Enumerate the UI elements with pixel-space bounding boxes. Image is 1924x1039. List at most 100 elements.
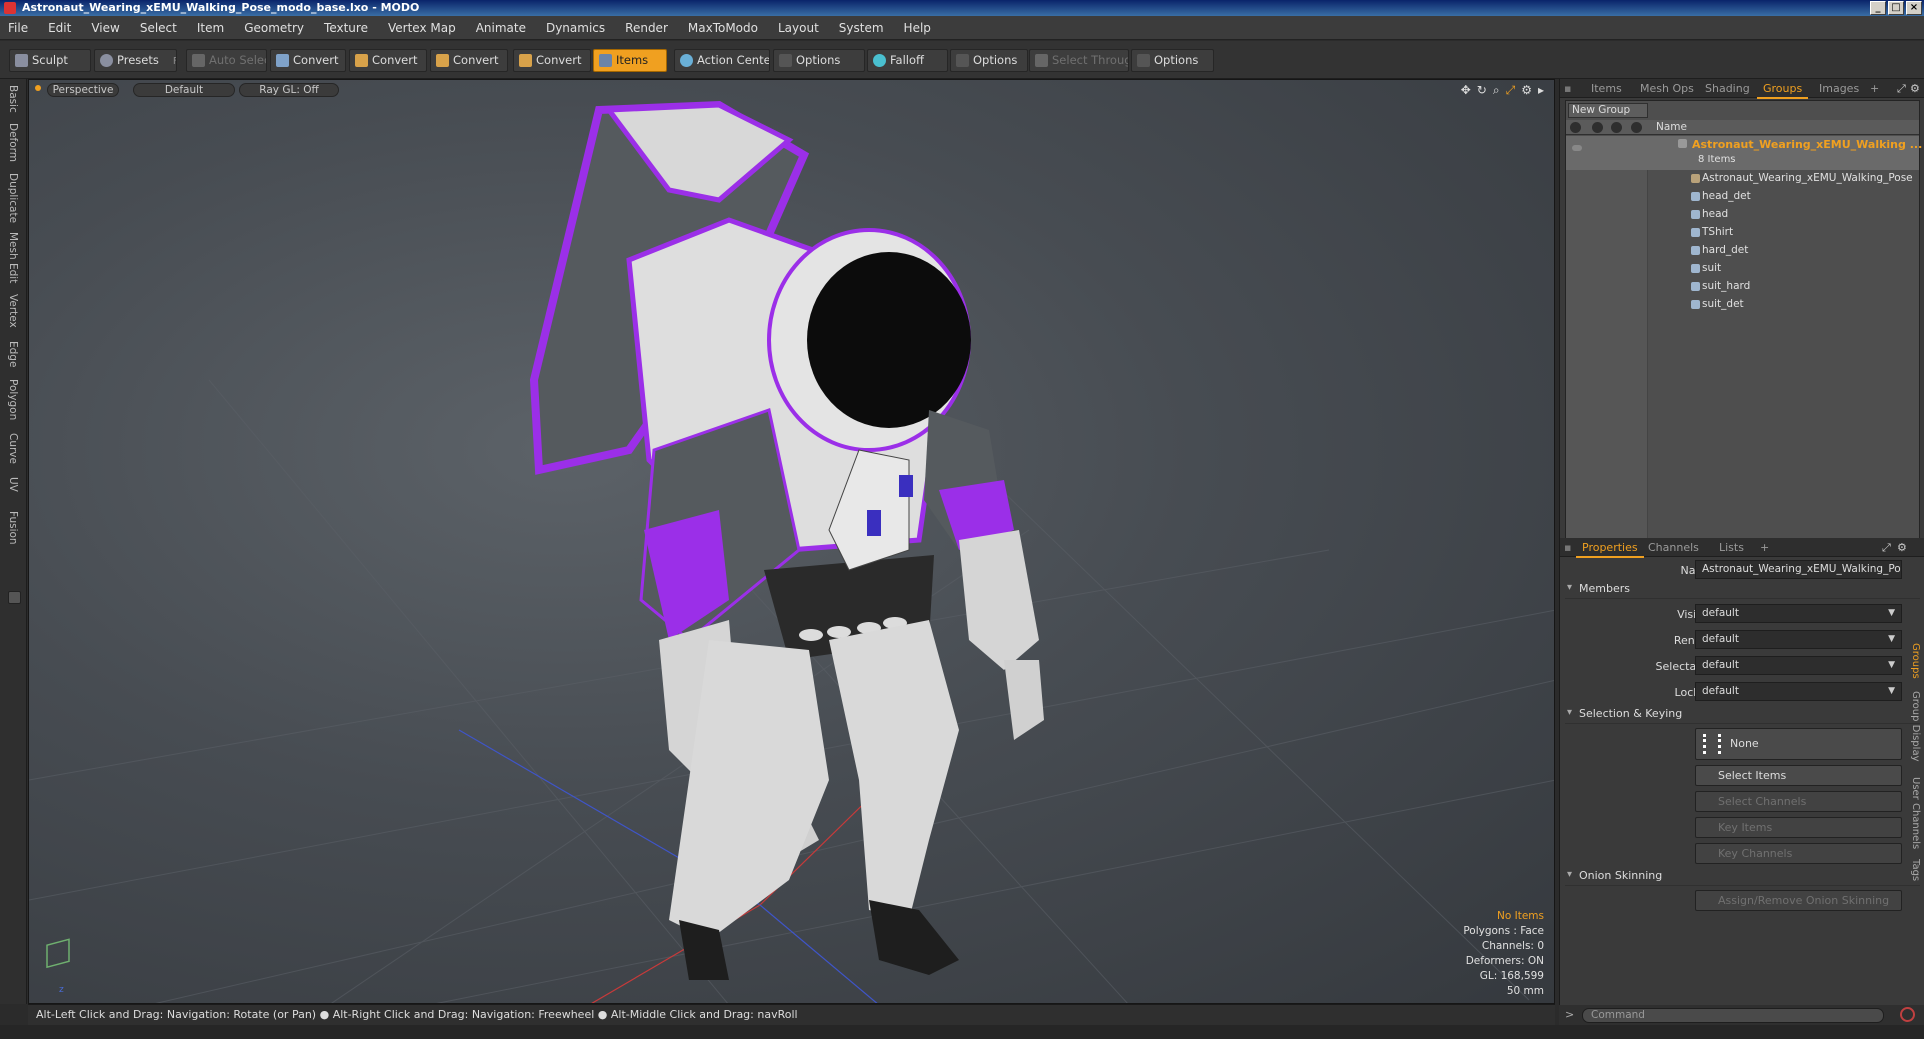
menu-animate[interactable]: Animate [476,21,526,35]
menu-maxtomodo[interactable]: MaxToModo [688,21,758,35]
zoom-icon[interactable]: ⌕ [1493,83,1500,98]
side-tab-tags[interactable]: Tags [1910,859,1921,881]
add-tab-icon[interactable]: + [1760,541,1769,554]
visible-select[interactable]: default ▼ [1695,604,1902,623]
menu-dynamics[interactable]: Dynamics [546,21,605,35]
list-item[interactable]: head_det [1566,188,1919,206]
minimize-button[interactable]: _ [1870,1,1886,15]
tab-properties[interactable]: Properties [1576,541,1644,558]
key-channels-button[interactable]: Key Channels [1695,843,1902,864]
fit-icon[interactable]: ⤢ [1506,83,1516,98]
command-input[interactable]: Command [1582,1008,1884,1023]
view-type-dropdown[interactable]: Perspective [47,83,119,97]
tab-polygon[interactable]: Polygon [7,379,19,420]
tab-channels[interactable]: Channels [1648,541,1699,554]
select-through-button[interactable]: Select Through [1029,49,1129,72]
rotate-icon[interactable]: ↻ [1477,83,1487,98]
select-through-options-button[interactable]: Options [1131,49,1214,72]
falloff-options-button[interactable]: Options [950,49,1028,72]
new-group-button[interactable]: New Group [1568,103,1648,118]
group-root-row[interactable]: Astronaut_Wearing_xEMU_Walking ... 8 Ite… [1566,136,1922,170]
maximize-button[interactable]: □ [1888,1,1904,15]
locked-select[interactable]: default ▼ [1695,682,1902,701]
select-channels-button[interactable]: Select Channels [1695,791,1902,812]
tab-deform[interactable]: Deform [7,123,19,162]
panel-gear-icon[interactable]: ⚙ [1910,82,1920,95]
none-button[interactable]: None [1695,728,1902,760]
menu-item[interactable]: Item [197,21,224,35]
tab-lists[interactable]: Lists [1719,541,1744,554]
menu-geometry[interactable]: Geometry [244,21,304,35]
maximize-panel-icon[interactable]: ⤢ [1882,541,1891,555]
menu-file[interactable]: File [8,21,28,35]
add-tab-icon[interactable]: + [1870,82,1879,95]
side-tab-groups[interactable]: Groups [1910,643,1921,679]
3d-viewport[interactable]: z Perspective Default Ray GL: Off ✥ ↻ ⌕ … [28,79,1555,1004]
menu-edit[interactable]: Edit [48,21,71,35]
tab-vertex[interactable]: Vertex [7,294,19,328]
tab-items[interactable]: Items [1591,82,1622,95]
shading-dropdown[interactable]: Default [133,83,235,97]
list-item[interactable]: hard_det [1566,242,1919,260]
tab-basic[interactable]: Basic [7,85,19,113]
tab-fusion[interactable]: Fusion [7,511,19,545]
onion-skinning-section[interactable]: Onion Skinning [1565,869,1920,886]
side-tab-user-channels[interactable]: User Channels [1910,777,1921,849]
presets-button[interactable]: PresetsF6 [94,49,177,72]
convert-polygons-button[interactable]: Convert [430,49,508,72]
tab-edge[interactable]: Edge [7,341,19,367]
assign-onion-button[interactable]: Assign/Remove Onion Skinning [1695,890,1902,911]
tab-groups[interactable]: Groups [1756,82,1809,99]
auto-select-button[interactable]: Auto Select [186,49,267,72]
tab-duplicate[interactable]: Duplicate [7,173,19,223]
convert-edges-button[interactable]: Convert [349,49,427,72]
selectable-select[interactable]: default ▼ [1695,656,1902,675]
close-button[interactable]: × [1906,1,1922,15]
tab-uv[interactable]: UV [7,477,19,492]
record-icon[interactable] [1900,1007,1915,1022]
items-mode-button[interactable]: Items [593,49,667,72]
list-item[interactable]: suit [1566,260,1919,278]
maximize-panel-icon[interactable]: ⤢ [1897,82,1906,96]
list-item[interactable]: suit_det [1566,296,1919,314]
palette-toggle-icon[interactable] [8,591,21,604]
menu-system[interactable]: System [839,21,884,35]
tab-images[interactable]: Images [1819,82,1859,95]
menu-texture[interactable]: Texture [324,21,368,35]
settings-gear-icon[interactable]: ⚙ [1521,83,1532,98]
members-section[interactable]: Members [1565,582,1920,599]
panel-menu-icon[interactable]: ▪ [1564,82,1571,95]
lock-icon[interactable] [1611,122,1622,133]
render-select[interactable]: default ▼ [1695,630,1902,649]
tab-curve[interactable]: Curve [7,433,19,464]
key-items-button[interactable]: Key Items [1695,817,1902,838]
name-field[interactable]: Astronaut_Wearing_xEMU_Walking_Pose [1695,560,1902,579]
menu-select[interactable]: Select [140,21,177,35]
menu-layout[interactable]: Layout [778,21,819,35]
tab-mesh-edit[interactable]: Mesh Edit [7,232,19,283]
list-item[interactable]: suit_hard [1566,278,1919,296]
falloff-button[interactable]: Falloff [867,49,948,72]
selection-keying-section[interactable]: Selection & Keying [1565,707,1920,724]
sculpt-button[interactable]: Sculpt [9,49,91,72]
pan-icon[interactable]: ✥ [1461,83,1471,98]
astronaut-model[interactable] [529,100,1044,980]
action-center-button[interactable]: Action Center [674,49,770,72]
viewport-dot-icon[interactable] [35,85,41,91]
convert-vertices-button[interactable]: Convert [270,49,346,72]
expand-arrow-icon[interactable]: ▸ [1538,83,1544,98]
list-item[interactable]: Astronaut_Wearing_xEMU_Walking_Pose [1566,170,1919,188]
menu-view[interactable]: View [91,21,119,35]
eye-icon[interactable] [1572,145,1582,151]
panel-gear-icon[interactable]: ⚙ [1897,541,1907,554]
list-item[interactable]: head [1566,206,1919,224]
tab-mesh-ops[interactable]: Mesh Ops [1640,82,1694,95]
render-icon[interactable] [1592,122,1603,133]
list-item[interactable]: TShirt [1566,224,1919,242]
name-column-header[interactable]: Name [1656,121,1687,133]
convert-materials-button[interactable]: Convert [513,49,591,72]
tab-shading[interactable]: Shading [1705,82,1750,95]
menu-help[interactable]: Help [904,21,931,35]
raygl-toggle[interactable]: Ray GL: Off [239,83,339,97]
menu-vertex-map[interactable]: Vertex Map [388,21,456,35]
